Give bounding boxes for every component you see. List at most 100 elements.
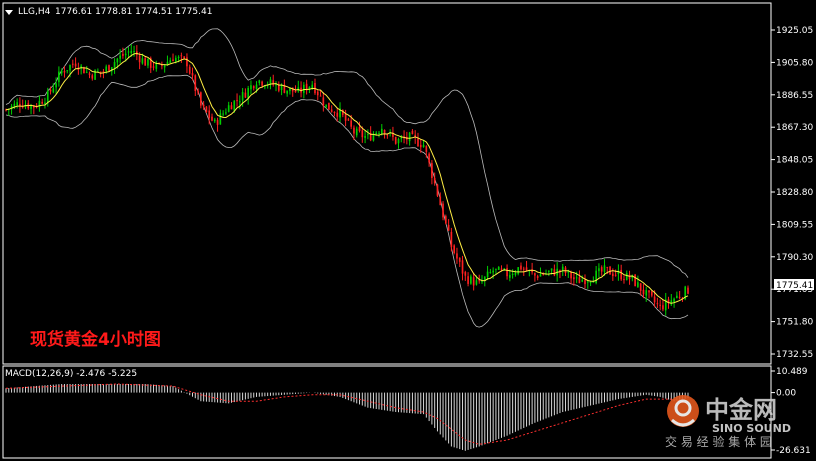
candle [481, 275, 483, 284]
candle [161, 61, 163, 70]
candle [58, 66, 60, 87]
candle [35, 103, 38, 109]
price-axis-label: 1905.80 [776, 58, 813, 68]
current-price-label: 1775.41 [776, 281, 813, 291]
candle [194, 74, 197, 96]
watermark-tagline: 交 易 经 验 集 体 园 [665, 434, 772, 449]
candle [397, 137, 400, 149]
candle [364, 130, 366, 144]
candle [227, 101, 230, 113]
price-axis-label: 1809.55 [776, 220, 813, 230]
candle [514, 270, 517, 277]
candle [676, 291, 678, 299]
candle [628, 270, 631, 285]
candle [41, 98, 44, 105]
candle [525, 260, 528, 272]
price-panel-frame [2, 2, 772, 365]
candle [21, 99, 24, 109]
candle [372, 131, 375, 142]
candle [553, 264, 556, 277]
candle [133, 45, 135, 57]
candle [609, 265, 611, 275]
sino-sound-logo: 中金网 SINO SOUND 交 易 经 验 集 体 园 [665, 395, 791, 449]
macd-label: MACD(12,26,9) -2.476 -5.225 [5, 369, 137, 379]
candle [277, 81, 280, 93]
candle [656, 297, 659, 309]
candle [367, 129, 369, 140]
candle [272, 74, 275, 87]
candle [578, 270, 581, 284]
candle [467, 272, 469, 287]
candle [286, 90, 288, 97]
candle [63, 66, 66, 78]
candle [297, 80, 300, 93]
candle [536, 274, 539, 281]
macd-axis-label: 10.489 [776, 367, 808, 377]
candle [252, 85, 255, 91]
macd-panel-frame [2, 365, 772, 459]
candle [74, 57, 77, 69]
candle [634, 273, 636, 287]
candle [244, 88, 247, 99]
candle [147, 58, 149, 69]
candle [662, 299, 664, 312]
candle [355, 126, 358, 138]
candle [230, 102, 233, 110]
candle [617, 264, 620, 281]
candle [341, 109, 344, 118]
candle [10, 103, 13, 115]
candle [417, 132, 419, 148]
candle [27, 100, 30, 110]
candle [358, 121, 361, 133]
candle [211, 113, 213, 122]
candle [186, 53, 188, 74]
candle [127, 47, 130, 58]
macd-axis-label: -26.631 [776, 446, 811, 456]
candle [152, 62, 155, 71]
candle [470, 274, 472, 285]
candle [336, 107, 339, 122]
candle [213, 117, 216, 123]
candle [442, 201, 444, 221]
candle [547, 270, 550, 277]
candle [135, 45, 138, 61]
candle [108, 64, 110, 72]
candle [439, 192, 442, 206]
candle [573, 273, 575, 286]
bollinger-lower-band [5, 74, 689, 328]
candle [219, 109, 222, 125]
candle [561, 263, 564, 276]
symbol-label: LLG,H4 [18, 7, 51, 17]
dropdown-arrow-icon[interactable] [5, 10, 13, 15]
candle [428, 152, 430, 167]
candle [650, 290, 653, 298]
candle [595, 266, 597, 285]
candle [330, 105, 333, 113]
price-axis-label: 1886.55 [776, 91, 813, 101]
candle [461, 255, 464, 281]
candle [216, 117, 219, 132]
candle [99, 71, 102, 78]
candle [436, 183, 439, 198]
candle [333, 111, 336, 117]
candle [534, 272, 536, 282]
candle [200, 91, 202, 109]
candle [464, 270, 467, 281]
candle [678, 290, 681, 300]
candle [386, 133, 389, 139]
candle [80, 64, 82, 75]
candle [623, 275, 625, 284]
candle [517, 266, 520, 276]
candle [559, 269, 561, 279]
candle [586, 279, 589, 289]
candle [433, 172, 436, 186]
ohlc-values: 1776.61 1778.81 1774.51 1775.41 [55, 7, 212, 17]
candle [453, 244, 456, 255]
candle [38, 95, 41, 112]
candle [472, 272, 475, 291]
candle [94, 69, 96, 80]
price-axis-label: 1867.30 [776, 123, 813, 133]
candle [458, 257, 461, 267]
candle [603, 258, 606, 276]
candle [483, 276, 486, 287]
